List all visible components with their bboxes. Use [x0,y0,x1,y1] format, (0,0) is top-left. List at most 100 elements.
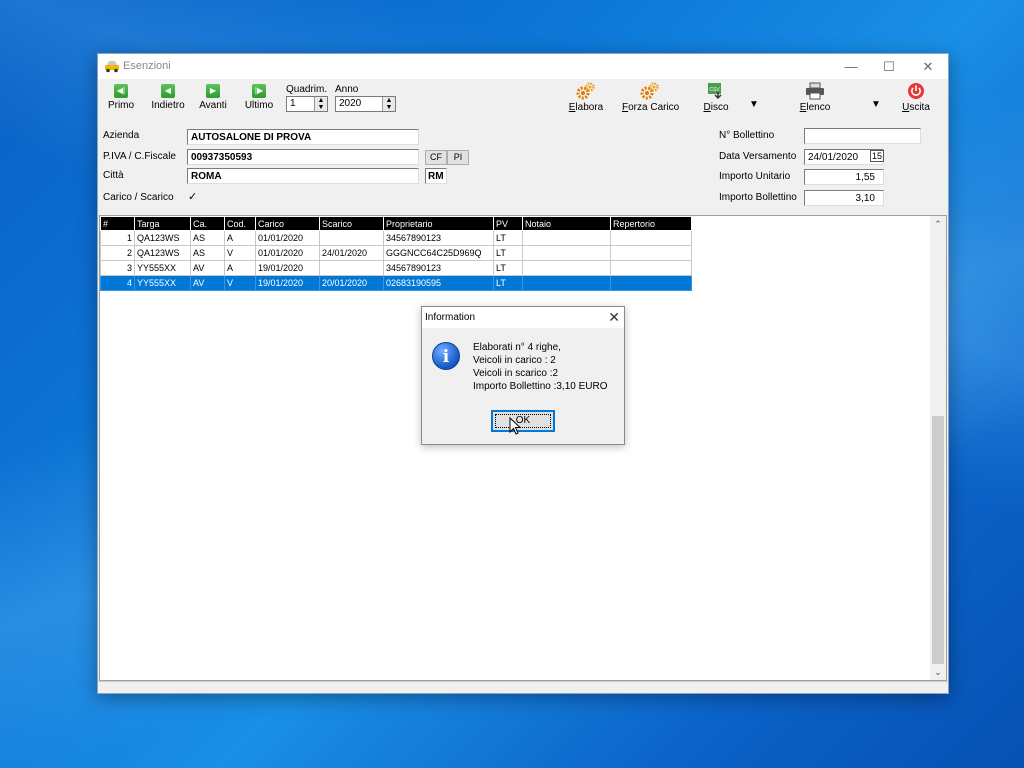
ultimo-label: Ultimo [244,100,274,111]
disco-button[interactable]: CSV Disco [700,82,732,113]
piva-field[interactable]: 00937350593 [187,149,419,165]
col-header[interactable]: Repertorio [610,216,692,231]
cf-button[interactable]: CF [425,150,447,165]
avanti-label: Avanti [199,100,227,111]
records-table: # Targa Ca. Cod. Carico Scarico Propriet… [100,216,692,291]
spin-arrows-icon[interactable]: ▲ ▼ [314,97,327,111]
ultimo-button[interactable]: |▶ Ultimo [242,84,276,111]
disco-dropdown-button[interactable]: ▼ [748,99,760,110]
message-line: Elaborati n° 4 righe, [473,342,561,353]
previous-record-icon: ◀ [161,84,175,98]
cell-proprietario: 34567890123 [383,260,494,276]
gears-icon [576,82,595,100]
anno-value: 2020 [339,98,362,109]
col-header[interactable]: Cod. [224,216,256,231]
cell-carico: 01/01/2020 [255,230,320,246]
header-form: Azienda AUTOSALONE DI PROVA P.IVA / C.Fi… [98,123,948,213]
importo-unitario-field[interactable]: 1,55 [804,169,884,185]
avanti-button[interactable]: ▶ Avanti [196,84,230,111]
scroll-thumb[interactable] [932,416,944,664]
col-header[interactable]: Ca. [190,216,225,231]
col-header[interactable]: Targa [134,216,191,231]
maximize-button[interactable]: ☐ [871,54,907,79]
toolbar: ◀| Primo ◀ Indietro ▶ Avanti |▶ Ultimo Q… [98,79,948,123]
indietro-button[interactable]: ◀ Indietro [148,84,188,111]
quadrim-spinner[interactable]: 1 ▲ ▼ [286,96,328,112]
col-header[interactable]: Carico [255,216,320,231]
uscita-label: Uscita [902,102,930,113]
uscita-button[interactable]: Uscita [900,82,932,113]
cell-carico: 19/01/2020 [255,260,320,276]
cell-notaio [522,275,611,291]
col-header[interactable]: Scarico [319,216,384,231]
window-title: Esenzioni [123,60,171,72]
importo-bollettino-label: Importo Bollettino [719,192,797,203]
col-header[interactable]: Proprietario [383,216,494,231]
dropdown-arrow-icon: ▼ [871,99,881,110]
pi-button[interactable]: PI [447,150,469,165]
ok-button[interactable]: OK [491,410,555,432]
spin-arrows-icon[interactable]: ▲ ▼ [382,97,395,111]
cell-ca: AV [190,275,225,291]
anno-spinner[interactable]: 2020 ▲ ▼ [335,96,396,112]
indietro-label: Indietro [151,100,185,111]
provincia-field[interactable]: RM [425,168,447,184]
power-icon [908,83,924,99]
azienda-field[interactable]: AUTOSALONE DI PROVA [187,129,419,145]
cell-scarico: 24/01/2020 [319,245,384,261]
cell-cod: V [224,245,256,261]
data-versamento-label: Data Versamento [719,151,797,162]
next-record-icon: ▶ [206,84,220,98]
info-icon: i [432,342,460,370]
dialog-title: Information [425,312,476,323]
importo-bollettino-field[interactable]: 3,10 [804,190,884,206]
cell-scarico: 20/01/2020 [319,275,384,291]
table-row[interactable]: 2 QA123WS AS V 01/01/2020 24/01/2020 GGG… [100,245,692,261]
forza-carico-button[interactable]: Forza Carico [622,82,680,113]
cell-targa: YY555XX [134,275,191,291]
elabora-label: Elabora [568,102,604,113]
cell-proprietario: GGGNCC64C25D969Q [383,245,494,261]
table-row[interactable]: 3 YY555XX AV A 19/01/2020 34567890123 LT [100,260,692,276]
data-versamento-value: 24/01/2020 [808,152,859,163]
cell-carico: 01/01/2020 [255,245,320,261]
elabora-button[interactable]: Elabora [566,82,606,113]
cell-targa: QA123WS [134,230,191,246]
scroll-down-icon[interactable]: ⌄ [930,664,946,680]
dialog-body: i Elaborati n° 4 righe, Veicoli in caric… [422,328,624,444]
cell-repertorio [610,275,692,291]
cell-cod: A [224,260,256,276]
cell-ca: AS [190,245,225,261]
elenco-button[interactable]: Elenco [798,82,832,113]
cell-proprietario: 34567890123 [383,230,494,246]
cell-cod: A [224,230,256,246]
citta-field[interactable]: ROMA [187,168,419,184]
elenco-label: Elenco [799,102,831,113]
col-header[interactable]: Notaio [522,216,611,231]
col-header[interactable]: PV [493,216,523,231]
scroll-up-icon[interactable]: ⌃ [930,216,946,232]
close-button[interactable]: ✕ [910,54,946,79]
dialog-close-icon[interactable]: ✕ [608,309,620,326]
cell-index: 4 [100,275,135,291]
table-row-selected[interactable]: 4 YY555XX AV V 19/01/2020 20/01/2020 026… [100,275,692,291]
cell-targa: QA123WS [134,245,191,261]
primo-button[interactable]: ◀| Primo [106,84,136,111]
vertical-scrollbar[interactable]: ⌃ ⌄ [930,216,946,680]
first-record-icon: ◀| [114,84,128,98]
bollettino-field[interactable] [804,128,921,144]
message-line: Veicoli in carico : 2 [473,355,556,366]
cell-pv: LT [493,230,523,246]
table-row[interactable]: 1 QA123WS AS A 01/01/2020 34567890123 LT [100,230,692,246]
elenco-dropdown-button[interactable]: ▼ [870,99,882,110]
minimize-button[interactable]: — [833,54,869,79]
cell-notaio [522,245,611,261]
calendar-icon[interactable]: 15 [870,150,885,162]
col-header[interactable]: # [100,216,135,231]
cell-scarico [319,260,384,276]
forza-carico-label: Forza Carico [622,102,680,113]
records-grid[interactable]: # Targa Ca. Cod. Carico Scarico Propriet… [99,215,947,681]
carico-scarico-checkbox[interactable]: ✓ [188,192,199,203]
information-dialog: Information ✕ i Elaborati n° 4 righe, Ve… [421,306,625,445]
gears-icon [640,82,659,100]
